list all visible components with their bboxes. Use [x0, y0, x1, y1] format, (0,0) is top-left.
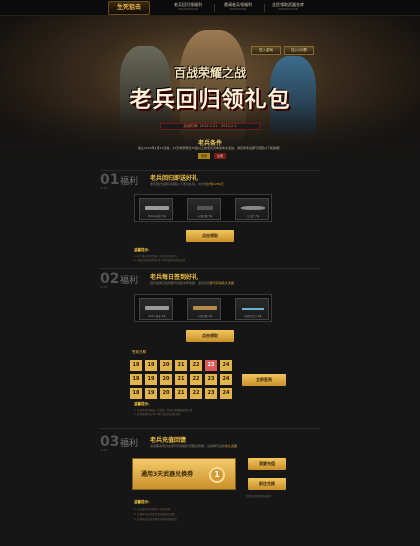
voucher-label: 通用3天武器兑换券: [141, 471, 194, 478]
nav-separator: [214, 4, 215, 12]
calendar-day[interactable]: 20: [160, 374, 172, 385]
subtitle-highlight: 价值1280元: [207, 182, 224, 186]
weapon-label: M4A1-黄金 7天: [148, 215, 166, 218]
weapon-card[interactable]: M4A1-黄金 7天: [139, 198, 173, 220]
nav-item-sub: REGRESSION: [178, 7, 198, 11]
register-button[interactable]: 注册: [214, 153, 226, 159]
hero-banner: 进入游戏 加入QQ群 百战荣耀之战 老兵回归领礼包 活动时间: 2015.1.2…: [0, 16, 420, 164]
calendar-day[interactable]: 18: [130, 388, 142, 399]
section-subtitle: 老兵回归后即可领取以下老兵礼包，共价值价值1280元: [150, 182, 224, 186]
calendar-day[interactable]: 19: [145, 360, 157, 371]
nav-item-regression[interactable]: 老兵回归领福利 REGRESSION: [166, 2, 210, 14]
calendar-day[interactable]: 23: [205, 374, 217, 385]
section-divider: [100, 428, 320, 429]
weapon-label: AK47-黄金 3天: [148, 315, 166, 318]
calendar-day-today[interactable]: 23: [205, 360, 217, 371]
calendar-day[interactable]: 22: [190, 360, 202, 371]
section-category: 福利: [120, 439, 139, 449]
weapon-card[interactable]: 沙漠之鹰 3天: [187, 298, 221, 320]
rifle-icon: [145, 206, 169, 210]
calendar-day[interactable]: 20: [160, 388, 172, 399]
subtitle-highlight: 即可获得永久武器: [210, 281, 235, 285]
section-title: 老兵回归即送好礼: [150, 175, 199, 182]
section-subtitle: 回归后每日签到即可领取丰厚奖励，连续签到即可获得永久武器: [150, 281, 234, 285]
nav-item-sub: WAREHOUSE: [278, 7, 298, 11]
shovel-icon: [241, 206, 265, 210]
subtitle-text: 老兵回归后即可领取以下老兵礼包，共价值: [150, 182, 208, 186]
tips-title: 温馨提示：: [134, 500, 152, 504]
calendar-day[interactable]: 21: [175, 374, 187, 385]
calendar-day[interactable]: 18: [130, 360, 142, 371]
section-title: 老兵每日签到好礼: [150, 274, 199, 281]
sign-in-button[interactable]: 立即签到: [242, 374, 286, 386]
calendar-day[interactable]: 23: [205, 388, 217, 399]
section-title: 老兵充值回馈: [150, 437, 187, 444]
recharge-button[interactable]: 我要充值: [248, 458, 286, 470]
tip-line: 2. 领取后的物品将在24小时内发放至游戏仓库: [134, 259, 186, 262]
section-step: STEP: [100, 285, 108, 289]
calendar-day[interactable]: 19: [145, 374, 157, 385]
weapon-card[interactable]: 尼泊尔军刀 3天: [235, 298, 269, 320]
tips-title: 温馨提示：: [134, 248, 152, 252]
voucher-card: 通用3天武器兑换券 1: [132, 458, 236, 490]
claim-button[interactable]: 点击领取: [186, 230, 234, 242]
section-category: 福利: [120, 177, 139, 187]
claim-button[interactable]: 点击领取: [186, 330, 234, 342]
calendar-day[interactable]: 24: [220, 374, 232, 385]
event-date-badge: 活动时间: 2015.1.21 - 2015.2.2: [160, 123, 260, 130]
hero-title: 老兵回归领礼包: [129, 87, 291, 113]
nav-item-warehouse[interactable]: 全民领取武器仓库 WAREHOUSE: [266, 2, 310, 14]
calendar-day[interactable]: 24: [220, 360, 232, 371]
weapon-card[interactable]: 工兵铲 7天: [235, 198, 269, 220]
weapon-card[interactable]: AK47-黄金 3天: [139, 298, 173, 320]
subtitle-text: 回归后每日签到即可领取丰厚奖励，连续签到: [150, 281, 211, 285]
section-category: 福利: [120, 276, 139, 286]
calendar-day[interactable]: 22: [190, 374, 202, 385]
reward-box-2: AK47-黄金 3天 沙漠之鹰 3天 尼泊尔军刀 3天: [134, 294, 272, 322]
pistol-icon: [197, 206, 213, 210]
calendar-label: 签到日期: [132, 350, 146, 354]
section-step: STEP: [100, 186, 108, 190]
top-nav: 生死狙击 老兵回归领福利 REGRESSION 邀请老兵领福利 INVITATI…: [0, 0, 420, 16]
section-step: STEP: [100, 448, 108, 452]
exchange-button[interactable]: 前往兑换: [248, 478, 286, 490]
section-divider: [100, 268, 320, 269]
calendar-day[interactable]: 20: [160, 360, 172, 371]
conditions-text: 截止2015年1月21日前，15天未登录且35级以上的老兵可参加本次活动，满足条…: [138, 146, 282, 150]
voucher-count-badge: 1: [209, 467, 225, 483]
game-logo[interactable]: 生死狙击: [108, 1, 150, 15]
weapon-label: 沙漠之鹰 7天: [197, 215, 213, 218]
pistol-icon: [193, 306, 217, 310]
knife-icon: [242, 308, 264, 310]
calendar-day[interactable]: 21: [175, 360, 187, 371]
calendar-day[interactable]: 24: [220, 388, 232, 399]
login-button[interactable]: 登录: [198, 153, 210, 159]
weapon-label: 沙漠之鹰 3天: [197, 315, 213, 318]
rifle-icon: [145, 306, 169, 310]
weapon-label: 尼泊尔军刀 3天: [244, 315, 262, 318]
calendar-day[interactable]: 22: [190, 388, 202, 399]
exchange-note: 兑换后奖励将直接发放: [246, 495, 272, 498]
nav-separator: [264, 4, 265, 12]
section-subtitle: 活动期间老兵充值可获得额外武器兑换券，兑换券可兑换永久武器: [150, 444, 237, 448]
tip-line: 2. 签到奖励将在24小时内发放至游戏仓库: [134, 413, 181, 416]
tip-line: 2. 兑换券可在活动页面兑换指定武器: [134, 513, 175, 516]
weapon-label: 工兵铲 7天: [246, 215, 260, 218]
hero-subtitle: 百战荣耀之战: [173, 66, 246, 80]
reward-box-1: M4A1-黄金 7天 沙漠之鹰 7天 工兵铲 7天: [134, 194, 272, 222]
calendar-day[interactable]: 19: [145, 388, 157, 399]
tips-title: 温馨提示：: [134, 402, 152, 406]
subtitle-highlight: 永久武器: [225, 444, 238, 448]
subtitle-text: 活动期间老兵充值可获得额外武器兑换券，兑换券可兑换: [150, 444, 226, 448]
join-group-button[interactable]: 加入QQ群: [284, 46, 314, 55]
nav-item-sub: INVITATION: [229, 7, 247, 11]
weapon-card[interactable]: 沙漠之鹰 7天: [187, 198, 221, 220]
calendar-day[interactable]: 21: [175, 388, 187, 399]
calendar-day[interactable]: 18: [130, 374, 142, 385]
section-divider: [100, 170, 320, 171]
tip-line: 1. 每充值10元可获得一张兑换券: [134, 508, 171, 511]
tip-line: 3. 活动结束后未使用的兑换券将被清空: [134, 518, 178, 521]
enter-game-button[interactable]: 进入游戏: [251, 46, 281, 55]
nav-item-invitation[interactable]: 邀请老兵领福利 INVITATION: [216, 2, 260, 14]
